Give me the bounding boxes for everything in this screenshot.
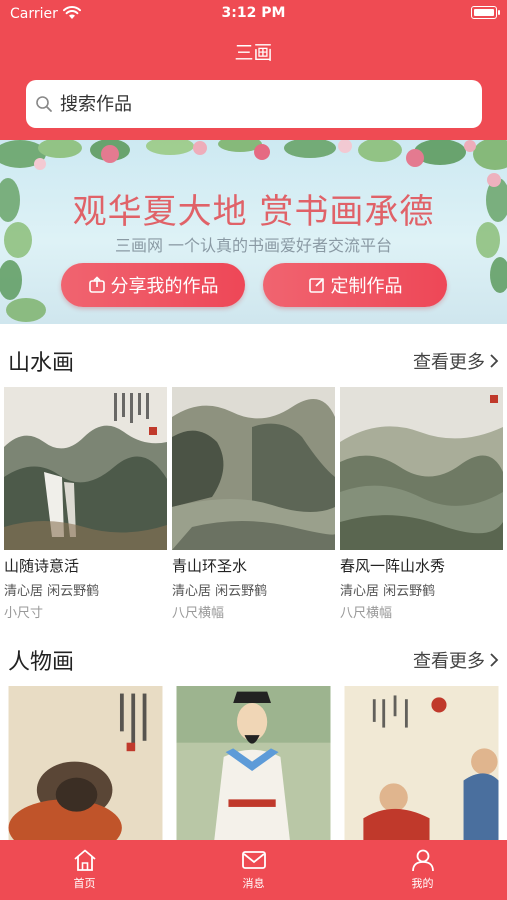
tab-home-label: 首页 — [73, 877, 96, 890]
artwork-name: 春风一阵山水秀 — [340, 557, 446, 575]
tab-messages-label: 消息 — [242, 877, 265, 890]
promo-banner[interactable]: 观华夏大地 赏书画承德 三画网 一个认真的书画爱好者交流平台 分享我的作品 定制… — [0, 140, 507, 324]
search-bar[interactable] — [26, 80, 482, 128]
artwork-card[interactable] — [340, 686, 503, 840]
banner-headline: 观华夏大地 赏书画承德 — [72, 192, 435, 232]
tab-profile-label: 我的 — [411, 877, 434, 890]
section-title-landscape: 山水画 — [8, 351, 75, 376]
tab-messages[interactable]: 消息 — [169, 840, 338, 900]
search-input[interactable] — [60, 91, 460, 117]
figure-more-link[interactable]: 查看更多 — [413, 647, 499, 673]
more-label: 查看更多 — [413, 352, 485, 373]
artwork-author: 清心居 闲云野鹤 — [172, 584, 268, 599]
page-title: 三画 — [234, 42, 273, 64]
landscape-more-link[interactable]: 查看更多 — [413, 348, 499, 374]
artwork-image — [8, 686, 163, 840]
chevron-right-icon — [490, 653, 499, 667]
bottom-tab-bar: 首页 消息 我的 — [0, 840, 507, 900]
artwork-card[interactable] — [172, 686, 335, 840]
artwork-card[interactable]: 山随诗意活 清心居 闲云野鹤 小尺寸 — [4, 387, 167, 621]
banner-subtitle: 三画网 一个认真的书画爱好者交流平台 — [114, 236, 393, 255]
artwork-image — [344, 686, 499, 840]
custom-works-button[interactable]: 定制作品 — [263, 263, 447, 307]
share-works-label: 分享我的作品 — [110, 276, 219, 297]
battery-icon — [471, 6, 500, 19]
mail-icon — [241, 851, 266, 869]
share-works-button[interactable]: 分享我的作品 — [61, 263, 245, 307]
tab-home[interactable]: 首页 — [0, 840, 169, 900]
artwork-card[interactable] — [4, 686, 167, 840]
artwork-size: 小尺寸 — [4, 606, 44, 621]
section-title-figure: 人物画 — [8, 650, 75, 675]
artwork-image — [176, 686, 331, 840]
artwork-author: 清心居 闲云野鹤 — [340, 584, 436, 599]
artwork-name: 山随诗意活 — [4, 557, 80, 575]
artwork-image — [172, 387, 335, 550]
search-icon — [36, 96, 52, 112]
artwork-image — [4, 387, 167, 550]
tab-profile[interactable]: 我的 — [338, 840, 507, 900]
artwork-image — [340, 387, 503, 550]
more-label: 查看更多 — [413, 651, 485, 672]
header: Carrier 3:12 PM 三画 — [0, 0, 507, 140]
share-icon — [88, 276, 105, 293]
edit-icon — [308, 277, 324, 293]
artwork-size: 八尺横幅 — [340, 606, 393, 621]
artwork-size: 八尺横幅 — [172, 606, 225, 621]
status-bar: Carrier 3:12 PM — [0, 0, 507, 28]
custom-works-label: 定制作品 — [330, 276, 403, 297]
artwork-name: 青山环圣水 — [172, 557, 248, 575]
user-icon — [411, 849, 434, 872]
artwork-author: 清心居 闲云野鹤 — [4, 584, 100, 599]
status-time: 3:12 PM — [221, 5, 286, 21]
home-icon — [73, 849, 96, 871]
chevron-right-icon — [490, 354, 499, 368]
artwork-card[interactable]: 春风一阵山水秀 清心居 闲云野鹤 八尺横幅 — [340, 387, 503, 621]
artwork-card[interactable]: 青山环圣水 清心居 闲云野鹤 八尺横幅 — [172, 387, 335, 621]
